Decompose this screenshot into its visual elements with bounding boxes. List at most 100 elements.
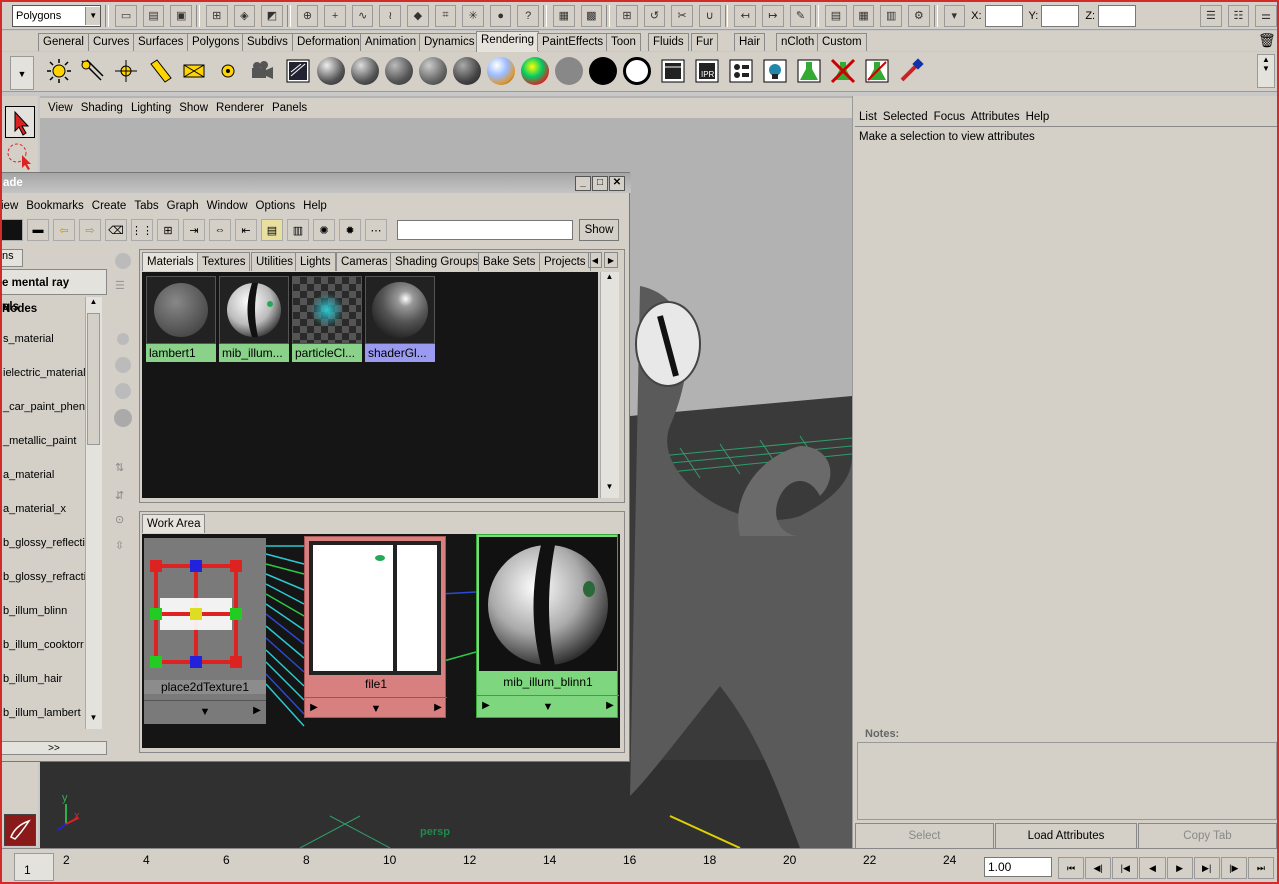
scroll-down-icon[interactable]: ▼: [86, 713, 101, 727]
copy-tab-button[interactable]: Copy Tab: [1138, 823, 1277, 849]
play-back-icon[interactable]: ◀: [1139, 857, 1166, 879]
tab-projects[interactable]: Projects: [539, 252, 591, 271]
hs-menu-create[interactable]: Create: [92, 200, 127, 212]
arrow-right-icon[interactable]: ⇨: [79, 219, 101, 241]
black-swatch-icon[interactable]: [587, 55, 618, 86]
hs-menu-graph[interactable]: Graph: [167, 200, 199, 212]
create-tab[interactable]: ns: [1, 249, 23, 267]
camera-icon[interactable]: [246, 55, 277, 86]
mental-ray-nodes-button[interactable]: e mental ray Nodes: [1, 269, 107, 315]
material-swatch[interactable]: mib_illum...: [219, 276, 289, 364]
render-settings-shelf-icon[interactable]: [725, 55, 756, 86]
help-icon[interactable]: ?: [517, 4, 540, 27]
select-tool-icon[interactable]: [5, 106, 35, 138]
hs-menu-window[interactable]: Window: [207, 200, 248, 212]
current-time-field[interactable]: 1.00: [984, 857, 1052, 877]
ae-menu-attributes[interactable]: Attributes: [971, 111, 1020, 123]
scroll-up-icon[interactable]: ▲: [86, 297, 101, 311]
ae-menu-list[interactable]: List: [859, 111, 877, 123]
ipr-render-shelf-icon[interactable]: IPR: [691, 55, 722, 86]
scroll-down-icon[interactable]: ▼: [601, 482, 618, 496]
input-connections-icon[interactable]: ⇥: [183, 219, 205, 241]
shelf-tab-ncloth[interactable]: nCloth: [776, 33, 820, 51]
shelf-tab-subdivs[interactable]: Subdivs: [242, 33, 293, 51]
shelf-tab-deformation[interactable]: Deformation: [292, 33, 365, 51]
vp-menu-show[interactable]: Show: [179, 102, 208, 114]
sort-type-icon[interactable]: ⇵: [115, 489, 124, 502]
swatch-small-icon[interactable]: [115, 253, 131, 269]
point-light-icon[interactable]: [110, 55, 141, 86]
file-node[interactable]: file1 ▼ ▶ ▶: [304, 536, 447, 719]
step-forward-key-icon[interactable]: |▶: [1220, 857, 1247, 879]
select-by-handle-icon[interactable]: ⊞: [616, 4, 638, 27]
maximize-icon[interactable]: □: [592, 176, 608, 191]
input-output-connections-icon[interactable]: ⇔: [209, 219, 231, 241]
flask-2-icon[interactable]: [861, 55, 892, 86]
tab-bake-sets[interactable]: Bake Sets: [478, 252, 541, 271]
hypershade-title-bar[interactable]: ade _ □ ✕: [1, 173, 631, 193]
arrow-left-icon[interactable]: ⇦: [53, 219, 75, 241]
shader-sphere-icon-2[interactable]: [349, 55, 380, 86]
ramp-shader-icon[interactable]: [519, 55, 550, 86]
node-list-item[interactable]: _metallic_paint: [3, 435, 76, 447]
delete-unused-icon[interactable]: [827, 55, 858, 86]
shelf-tab-dynamics[interactable]: Dynamics: [419, 33, 480, 51]
snap-grid-icon[interactable]: ⊕: [296, 4, 319, 27]
output-arrow-icon[interactable]: ▶: [429, 697, 447, 719]
render-frame-icon[interactable]: ▦: [852, 4, 875, 27]
channel-box-icon[interactable]: ☰: [1200, 4, 1222, 27]
volume-light-icon[interactable]: [212, 55, 243, 86]
close-icon[interactable]: ✕: [609, 176, 625, 191]
tab-cameras[interactable]: Cameras: [336, 252, 393, 271]
go-end-icon[interactable]: ⏭: [1247, 857, 1274, 879]
current-frame-marker[interactable]: [14, 853, 54, 881]
hypershade-icon[interactable]: [282, 55, 313, 86]
grid-icon[interactable]: ▩: [580, 4, 603, 27]
flask-icon[interactable]: [793, 55, 824, 86]
step-back-frame-icon[interactable]: |◀: [1112, 857, 1139, 879]
black-swatch-toggle-icon[interactable]: [1, 219, 23, 241]
node-list-item[interactable]: a_material_x: [3, 503, 66, 515]
tab-shading-groups[interactable]: Shading Groups: [390, 252, 484, 271]
ipr-render-icon[interactable]: ▥: [880, 4, 902, 27]
maya-logo-icon[interactable]: [4, 814, 36, 846]
shelf-tab-fluids[interactable]: Fluids: [648, 33, 689, 51]
node-list-item[interactable]: s_material: [3, 333, 54, 345]
graph-network-icon[interactable]: ⊞: [157, 219, 179, 241]
node-list-item[interactable]: b_illum_blinn: [3, 605, 67, 617]
trash-icon[interactable]: 🗑: [1258, 32, 1276, 48]
new-scene-icon[interactable]: ▭: [115, 4, 137, 27]
coord-x-input[interactable]: [984, 4, 1023, 27]
history-icon[interactable]: ⌗: [434, 4, 457, 27]
tool-settings-icon[interactable]: ⚌: [1255, 4, 1277, 27]
tab-materials[interactable]: Materials: [142, 252, 199, 271]
node-list-item[interactable]: b_glossy_reflectio: [3, 537, 91, 549]
coord-y-input[interactable]: [1041, 4, 1080, 27]
toggle-work-area-icon[interactable]: ⋯: [365, 219, 387, 241]
list-view-icon[interactable]: ☰: [115, 279, 131, 295]
load-attributes-button[interactable]: Load Attributes: [995, 823, 1137, 849]
step-back-key-icon[interactable]: ◀|: [1085, 857, 1112, 879]
output-arrow-icon[interactable]: ▶: [601, 695, 619, 717]
tab-textures[interactable]: Textures: [197, 252, 251, 271]
ae-menu-selected[interactable]: Selected: [883, 111, 928, 123]
node-list-item[interactable]: b_illum_hair: [3, 673, 62, 685]
chevron-down-icon[interactable]: ▼: [305, 697, 447, 719]
material-swatch[interactable]: particleCl...: [292, 276, 362, 364]
output-ops-icon[interactable]: ↦: [762, 4, 784, 27]
vp-menu-renderer[interactable]: Renderer: [216, 102, 264, 114]
clear-graph-icon[interactable]: ✺: [313, 219, 335, 241]
vp-menu-panels[interactable]: Panels: [272, 102, 307, 114]
layered-shader-icon[interactable]: [485, 55, 516, 86]
top-tabs-icon[interactable]: ▤: [261, 219, 283, 241]
shader-sphere-icon-3[interactable]: [383, 55, 414, 86]
lasso-tool-icon[interactable]: [5, 140, 35, 172]
node-list-item[interactable]: _car_paint_phen: [3, 401, 85, 413]
shelf-tab-surfaces[interactable]: Surfaces: [133, 33, 189, 51]
lock-icon[interactable]: ▦: [552, 4, 575, 27]
mib-illum-blinn-node[interactable]: mib_illum_blinn1 ▼ ▶ ▶: [476, 534, 619, 718]
hs-menu-tabs[interactable]: Tabs: [134, 200, 158, 212]
hs-menu-help[interactable]: Help: [303, 200, 327, 212]
materials-scrollbar[interactable]: ▲ ▼: [600, 272, 619, 498]
shelf-tab-polygons[interactable]: Polygons: [187, 33, 245, 51]
